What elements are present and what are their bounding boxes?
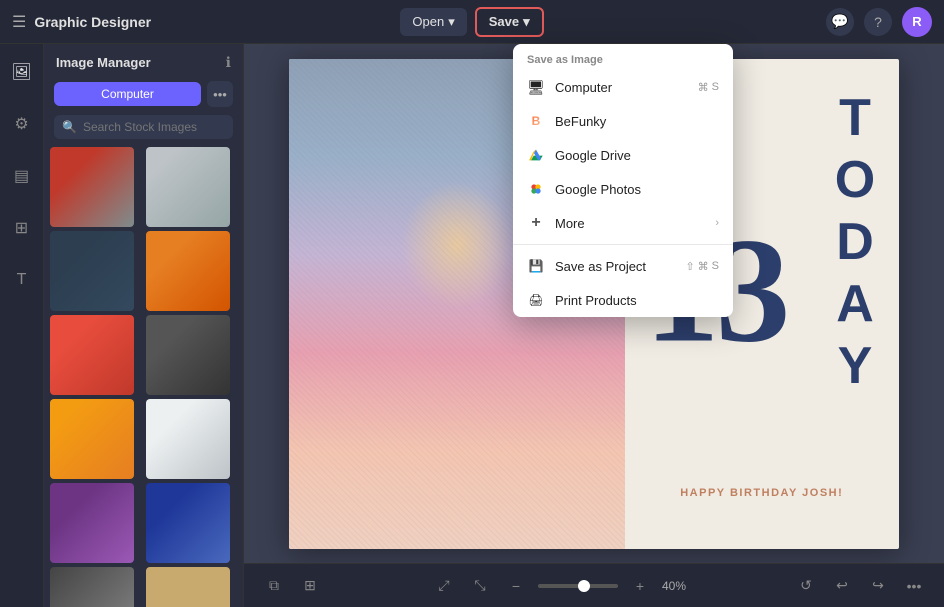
bottom-bar-left: ⧉ ⊞ [260,572,324,600]
gdrive-icon [527,146,545,164]
birthday-text: HAPPY BIRTHDAY JOSH! [635,487,890,499]
dropdown-item-befunky-label: BeFunky [555,114,606,129]
zoom-slider[interactable] [538,584,618,588]
panel-header: Image Manager ℹ [44,44,243,81]
list-item[interactable] [50,399,134,479]
dropdown-item-computer[interactable]: Computer ⌘S [513,70,733,104]
dropdown-item-computer-label: Computer [555,80,612,95]
help-icon[interactable]: ? [864,8,892,36]
dropdown-item-more[interactable]: More › [513,206,733,240]
topbar-left: ☰ Graphic Designer [12,12,390,32]
list-item[interactable] [146,231,230,311]
save-dropdown-menu: Save as Image Computer ⌘S BeFunky Google… [513,44,733,317]
monitor-icon [527,78,545,96]
panel-tabs: Computer ••• [44,81,243,115]
grid-bottom-icon[interactable]: ⊞ [296,572,324,600]
dropdown-item-gphotos[interactable]: Google Photos [513,172,733,206]
redo-icon[interactable]: ↪ [864,572,892,600]
image-panel: Image Manager ℹ Computer ••• 🔍 WDOT GAM [44,44,244,607]
list-item[interactable]: WDOT GAM [50,567,134,607]
bottom-bar-right: ↺ ↩ ↪ ••• [792,572,928,600]
list-item[interactable] [50,231,134,311]
save-button[interactable]: Save ▾ [475,7,544,37]
dropdown-item-save-project-label: Save as Project [555,259,646,274]
icon-sidebar: 🖼 ⚙ ▤ ⊞ T [0,44,44,607]
dropdown-section-label: Save as Image [513,44,733,70]
bottom-bar-center: ⤢ ⤡ − + 40% [430,572,686,600]
avatar[interactable]: R [902,7,932,37]
dropdown-divider [513,244,733,245]
sidebar-item-layers[interactable]: ▤ [6,160,38,192]
list-item[interactable]: The savi [146,567,230,607]
list-item[interactable] [146,315,230,395]
zoom-label: 40% [662,579,686,593]
layers-bottom-icon[interactable]: ⧉ [260,572,288,600]
list-item[interactable] [50,483,134,563]
undo-icon[interactable]: ↺ [792,572,820,600]
dropdown-item-print[interactable]: Print Products [513,283,733,317]
dropdown-item-gphotos-label: Google Photos [555,182,641,197]
dropdown-item-befunky[interactable]: BeFunky [513,104,733,138]
computer-shortcut: ⌘S [698,81,719,94]
dropdown-item-gdrive[interactable]: Google Drive [513,138,733,172]
info-icon[interactable]: ℹ [226,54,231,71]
chat-icon[interactable]: 💬 [826,8,854,36]
sidebar-item-elements[interactable]: ⊞ [6,212,38,244]
dropdown-item-gdrive-label: Google Drive [555,148,631,163]
sidebar-item-text[interactable]: T [6,264,38,296]
tab-computer[interactable]: Computer [54,82,201,106]
topbar-right: 💬 ? R [554,7,932,37]
more-chevron-icon: › [715,217,719,229]
gphotos-icon [527,180,545,198]
bottom-bar: ⧉ ⊞ ⤢ ⤡ − + 40% ↺ ↩ ↪ ••• [244,563,944,607]
list-item[interactable] [146,399,230,479]
dropdown-item-more-label: More [555,216,585,231]
zoom-out-icon[interactable]: − [502,572,530,600]
save-project-shortcut: ⇧⌘S [685,260,719,273]
zoom-in-icon[interactable]: + [626,572,654,600]
sidebar-item-adjustments[interactable]: ⚙ [6,108,38,140]
search-bar: 🔍 [54,115,233,139]
search-icon: 🔍 [62,120,77,134]
plus-icon [527,214,545,232]
app-title: Graphic Designer [34,14,151,30]
fit-icon[interactable]: ⤢ [430,572,458,600]
topbar-center: Open ▾ Save ▾ [400,7,543,37]
list-item[interactable] [146,483,230,563]
zoom-handle[interactable] [578,580,590,592]
open-button[interactable]: Open ▾ [400,8,466,36]
sidebar-item-images[interactable]: 🖼 [6,56,38,88]
undo2-icon[interactable]: ↩ [828,572,856,600]
main-layout: 🖼 ⚙ ▤ ⊞ T Image Manager ℹ Computer ••• 🔍 [0,44,944,607]
list-item[interactable] [50,315,134,395]
topbar: ☰ Graphic Designer Open ▾ Save ▾ 💬 ? R [0,0,944,44]
save-chevron-icon: ▾ [523,14,530,30]
list-item[interactable] [50,147,134,227]
befunky-icon [527,112,545,130]
image-grid: WDOT GAM The savi [44,147,243,607]
more-bottom-icon[interactable]: ••• [900,572,928,600]
tab-more-button[interactable]: ••• [207,81,233,107]
print-icon [527,291,545,309]
list-item[interactable] [146,147,230,227]
dropdown-item-print-label: Print Products [555,293,637,308]
dropdown-item-save-project[interactable]: Save as Project ⇧⌘S [513,249,733,283]
open-chevron-icon: ▾ [448,14,455,30]
crop-icon[interactable]: ⤡ [466,572,494,600]
today-vertical-text: TODAY [829,89,881,399]
panel-title: Image Manager [56,55,151,70]
search-input[interactable] [83,120,225,134]
hamburger-icon[interactable]: ☰ [12,12,26,32]
floppy-icon [527,257,545,275]
